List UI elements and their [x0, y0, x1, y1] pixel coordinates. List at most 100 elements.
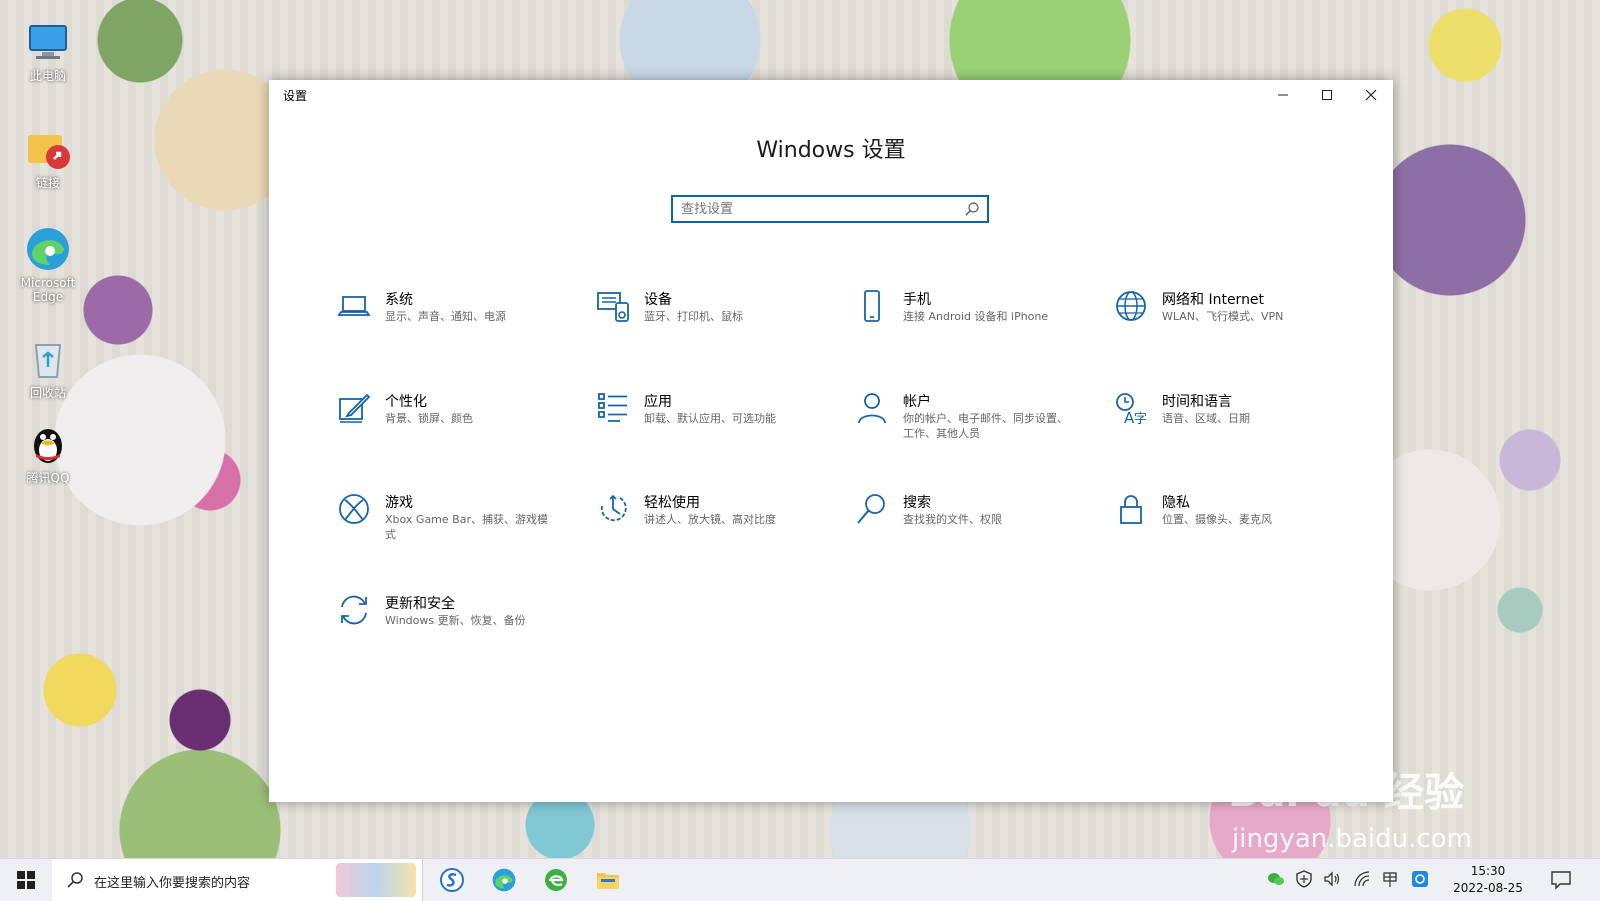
desktop-icon-label: 链接 — [35, 176, 60, 190]
taskbar-clock[interactable]: 15:30 2022-08-25 — [1438, 863, 1538, 897]
window-title: 设置 — [283, 89, 308, 103]
category-name: 手机 — [903, 292, 931, 308]
category-description: 查找我的文件、权限 — [903, 513, 1002, 526]
taskbar-search-placeholder: 在这里输入你要搜索的内容 — [94, 876, 251, 891]
search-highlight-illustration — [336, 863, 416, 897]
category-description: 卸载、默认应用、可选功能 — [644, 412, 776, 425]
personalize-icon — [337, 391, 371, 425]
laptop-icon — [337, 289, 371, 323]
category-name: 时间和语言 — [1162, 394, 1232, 410]
start-button[interactable] — [0, 859, 52, 901]
category-description: 显示、声音、通知、电源 — [385, 310, 506, 323]
maximize-button[interactable] — [1305, 80, 1349, 110]
page-title: Windows 设置 — [756, 138, 906, 163]
taskbar-app-edge[interactable] — [488, 864, 520, 896]
category-name: 帐户 — [903, 394, 931, 410]
settings-category-privacy[interactable]: 隐私 位置、摄像头、麦克风 — [1114, 488, 1334, 558]
desktop-icon-label: 此电脑 — [29, 69, 66, 83]
clock-time: 15:30 — [1470, 864, 1506, 878]
category-description: 连接 Android 设备和 iPhone — [903, 310, 1049, 323]
taskbar-app-sogou[interactable] — [436, 864, 468, 896]
search-icon — [855, 492, 889, 526]
tray-security[interactable] — [1294, 869, 1314, 889]
settings-category-system[interactable]: 系统 显示、声音、通知、电源 — [337, 285, 557, 355]
lock-icon — [1114, 492, 1148, 526]
taskbar: 在这里输入你要搜索的内容 15:30 2022-08-25 — [0, 858, 1600, 901]
desktop-icon-edge[interactable]: Microsoft Edge — [10, 225, 86, 304]
person-icon — [855, 391, 889, 425]
devices-icon — [596, 289, 630, 323]
ime-icon — [1383, 872, 1397, 887]
xbox-icon — [337, 492, 371, 526]
desktop-icon-qq[interactable]: 腾讯QQ — [10, 420, 86, 485]
settings-category-search[interactable]: 搜索 查找我的文件、权限 — [855, 488, 1075, 558]
settings-category-apps[interactable]: 应用 卸载、默认应用、可选功能 — [596, 387, 816, 457]
settings-search-box[interactable] — [671, 195, 989, 223]
windows-logo-icon — [17, 871, 35, 889]
settings-category-personalization[interactable]: 个性化 背景、锁屏、颜色 — [337, 387, 557, 457]
qq-penguin-icon — [24, 420, 72, 468]
category-name: 游戏 — [385, 495, 413, 511]
category-name: 设备 — [644, 292, 672, 308]
minimize-icon — [1278, 94, 1288, 96]
title-bar[interactable]: 设置 — [269, 80, 1393, 110]
category-name: 隐私 — [1162, 495, 1190, 511]
category-description: 蓝牙、打印机、鼠标 — [644, 310, 743, 323]
desktop-icon-recycle-bin[interactable]: 回收站 — [10, 335, 86, 400]
minimize-button[interactable] — [1261, 80, 1305, 110]
phone-icon — [855, 289, 889, 323]
category-description: Windows 更新、恢复、备份 — [385, 614, 526, 627]
close-icon — [1365, 89, 1377, 101]
tray-qq[interactable] — [1410, 869, 1430, 889]
recycle-bin-icon — [24, 335, 72, 383]
maximize-icon — [1322, 90, 1332, 100]
search-icon — [67, 872, 83, 888]
update-icon — [337, 593, 371, 627]
category-name: 网络和 Internet — [1162, 292, 1265, 308]
close-button[interactable] — [1349, 80, 1393, 110]
category-description: 语音、区域、日期 — [1162, 412, 1250, 425]
settings-category-accounts[interactable]: 帐户 你的帐户、电子邮件、同步设置、工作、其他人员 — [855, 387, 1075, 457]
desktop-icon-label: 回收站 — [29, 386, 66, 400]
settings-category-gaming[interactable]: 游戏 Xbox Game Bar、捕获、游戏模式 — [337, 488, 557, 558]
settings-category-update-security[interactable]: 更新和安全 Windows 更新、恢复、备份 — [337, 589, 557, 659]
desktop-icon-label: Microsoft Edge — [20, 276, 76, 304]
baidu-watermark-url: jingyan.baidu.com — [1232, 824, 1472, 854]
category-name: 系统 — [385, 292, 413, 308]
settings-search-input[interactable] — [681, 200, 961, 218]
desktop-icon-label: 腾讯QQ — [26, 471, 70, 485]
tray-wechat[interactable] — [1266, 869, 1286, 889]
category-name: 更新和安全 — [385, 596, 455, 612]
category-description: WLAN、飞行模式、VPN — [1162, 310, 1284, 323]
search-icon[interactable] — [964, 201, 980, 217]
settings-category-ease-of-access[interactable]: 轻松使用 讲述人、放大镜、高对比度 — [596, 488, 816, 558]
folder-shortcut-icon — [24, 125, 72, 173]
volume-icon — [1324, 871, 1340, 887]
taskbar-app-browser[interactable] — [540, 864, 572, 896]
taskbar-search-box[interactable]: 在这里输入你要搜索的内容 — [52, 859, 423, 901]
category-description: Xbox Game Bar、捕获、游戏模式 — [385, 513, 548, 541]
notification-center-icon[interactable] — [1550, 870, 1572, 890]
desktop-icon-links[interactable]: 链接 — [10, 125, 86, 190]
time-language-icon: A字 — [1114, 391, 1148, 427]
svg-text:字: 字 — [1134, 412, 1147, 425]
settings-category-time-language[interactable]: A字 时间和语言 语音、区域、日期 — [1114, 387, 1334, 457]
globe-icon — [1114, 289, 1148, 323]
tray-network[interactable] — [1352, 869, 1372, 889]
category-description: 位置、摄像头、麦克风 — [1162, 513, 1272, 526]
edge-icon — [24, 225, 72, 273]
category-name: 搜索 — [903, 495, 931, 511]
settings-category-devices[interactable]: 设备 蓝牙、打印机、鼠标 — [596, 285, 816, 355]
desktop-icon-this-pc[interactable]: 此电脑 — [10, 18, 86, 83]
settings-category-phone[interactable]: 手机 连接 Android 设备和 iPhone — [855, 285, 1075, 355]
clock-date: 2022-08-25 — [1453, 881, 1523, 895]
settings-category-network[interactable]: 网络和 Internet WLAN、飞行模式、VPN — [1114, 285, 1334, 355]
taskbar-app-file-explorer[interactable] — [592, 864, 624, 896]
tray-ime[interactable] — [1380, 869, 1400, 889]
security-shield-icon — [1296, 870, 1312, 888]
category-name: 个性化 — [385, 394, 427, 410]
edge-icon — [492, 868, 516, 892]
tray-volume[interactable] — [1322, 869, 1342, 889]
category-name: 应用 — [644, 394, 672, 410]
settings-window: 设置 Windows 设置 系统 显示、声音、通知、电源 设备 蓝牙、打印机、鼠… — [269, 80, 1393, 802]
